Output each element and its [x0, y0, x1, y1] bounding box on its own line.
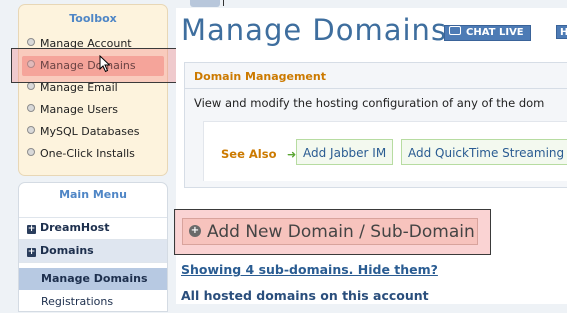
see-also-label: See Also [221, 147, 277, 161]
add-jabber-im-label: Add Jabber IM [303, 146, 387, 160]
toolbox-item-manage-account[interactable]: Manage Account [27, 34, 132, 54]
bullet-icon [27, 38, 35, 46]
toolbox-item-label: MySQL Databases [40, 125, 140, 138]
see-also-box: See Also ➜ Add Jabber IM Add QuickTime S… [203, 121, 567, 181]
menu-section-domains[interactable]: + Domains [19, 240, 167, 263]
top-bar [176, 0, 567, 8]
menu-item-registrations[interactable]: Registrations [19, 291, 167, 313]
toolbox-item-mysql-databases[interactable]: MySQL Databases [27, 122, 139, 142]
toolbox-item-manage-email[interactable]: Manage Email [27, 78, 118, 98]
add-jabber-im-button[interactable]: Add Jabber IM [296, 139, 394, 165]
panel-title: Domain Management [194, 70, 326, 83]
domain-management-panel: Domain Management View and modify the ho… [184, 62, 567, 188]
mouse-cursor-icon [99, 55, 111, 73]
bullet-icon [27, 126, 35, 134]
toolbox-item-one-click-installs[interactable]: One-Click Installs [27, 144, 135, 164]
text-caret [223, 0, 224, 6]
toolbox-item-manage-users[interactable]: Manage Users [27, 100, 118, 120]
help-button[interactable]: H [556, 25, 567, 39]
toolbox-item-label: One-Click Installs [40, 147, 135, 160]
menu-item-label: Registrations [41, 295, 114, 308]
chat-live-label: CHAT LIVE [466, 27, 524, 38]
toolbox-item-label: Manage Domains [40, 59, 136, 72]
main-content: Manage Domains CHAT LIVE H Domain Manage… [174, 0, 567, 304]
chat-bubble-icon [449, 26, 461, 35]
divider [185, 88, 567, 89]
menu-section-label: DreamHost [40, 221, 110, 234]
plus-circle-icon: + [189, 225, 201, 237]
menu-item-label: Manage Domains [41, 272, 148, 285]
arrow-right-icon: ➜ [287, 148, 297, 161]
main-menu-title: Main Menu [19, 183, 167, 218]
toolbox-item-label: Manage Account [40, 37, 132, 50]
menu-item-manage-domains[interactable]: Manage Domains [19, 268, 167, 290]
menu-section-dreamhost[interactable]: + DreamHost [19, 217, 167, 240]
menu-section-label: Domains [40, 244, 94, 257]
bullet-icon [27, 60, 35, 68]
tab-icon [190, 0, 220, 7]
toolbox-item-label: Manage Users [40, 103, 118, 116]
toolbox-item-label: Manage Email [40, 81, 118, 94]
add-quicktime-streaming-button[interactable]: Add QuickTime Streaming [401, 139, 567, 165]
main-menu-panel: Main Menu + DreamHost + Domains Manage Dom… [18, 182, 168, 312]
add-quicktime-streaming-label: Add QuickTime Streaming [408, 146, 565, 160]
chat-live-button[interactable]: CHAT LIVE [444, 25, 531, 41]
show-subdomains-link[interactable]: Showing 4 sub-domains. Hide them? [181, 262, 438, 277]
bullet-icon [27, 82, 35, 90]
panel-description: View and modify the hosting configuratio… [194, 96, 545, 110]
all-hosted-heading: All hosted domains on this account [181, 288, 429, 303]
bullet-icon [27, 104, 35, 112]
sidebar: Toolbox Manage Account Manage Domains Ma… [0, 0, 178, 312]
plus-icon: + [27, 224, 36, 234]
help-label: H [560, 27, 567, 38]
toolbox-title: Toolbox [69, 12, 117, 25]
plus-icon: + [27, 247, 36, 257]
add-domain-label: Add New Domain / Sub-Domain [207, 222, 475, 242]
toolbox-item-manage-domains[interactable]: Manage Domains [22, 56, 164, 76]
bullet-icon [27, 148, 35, 156]
page-title: Manage Domains [181, 13, 448, 47]
